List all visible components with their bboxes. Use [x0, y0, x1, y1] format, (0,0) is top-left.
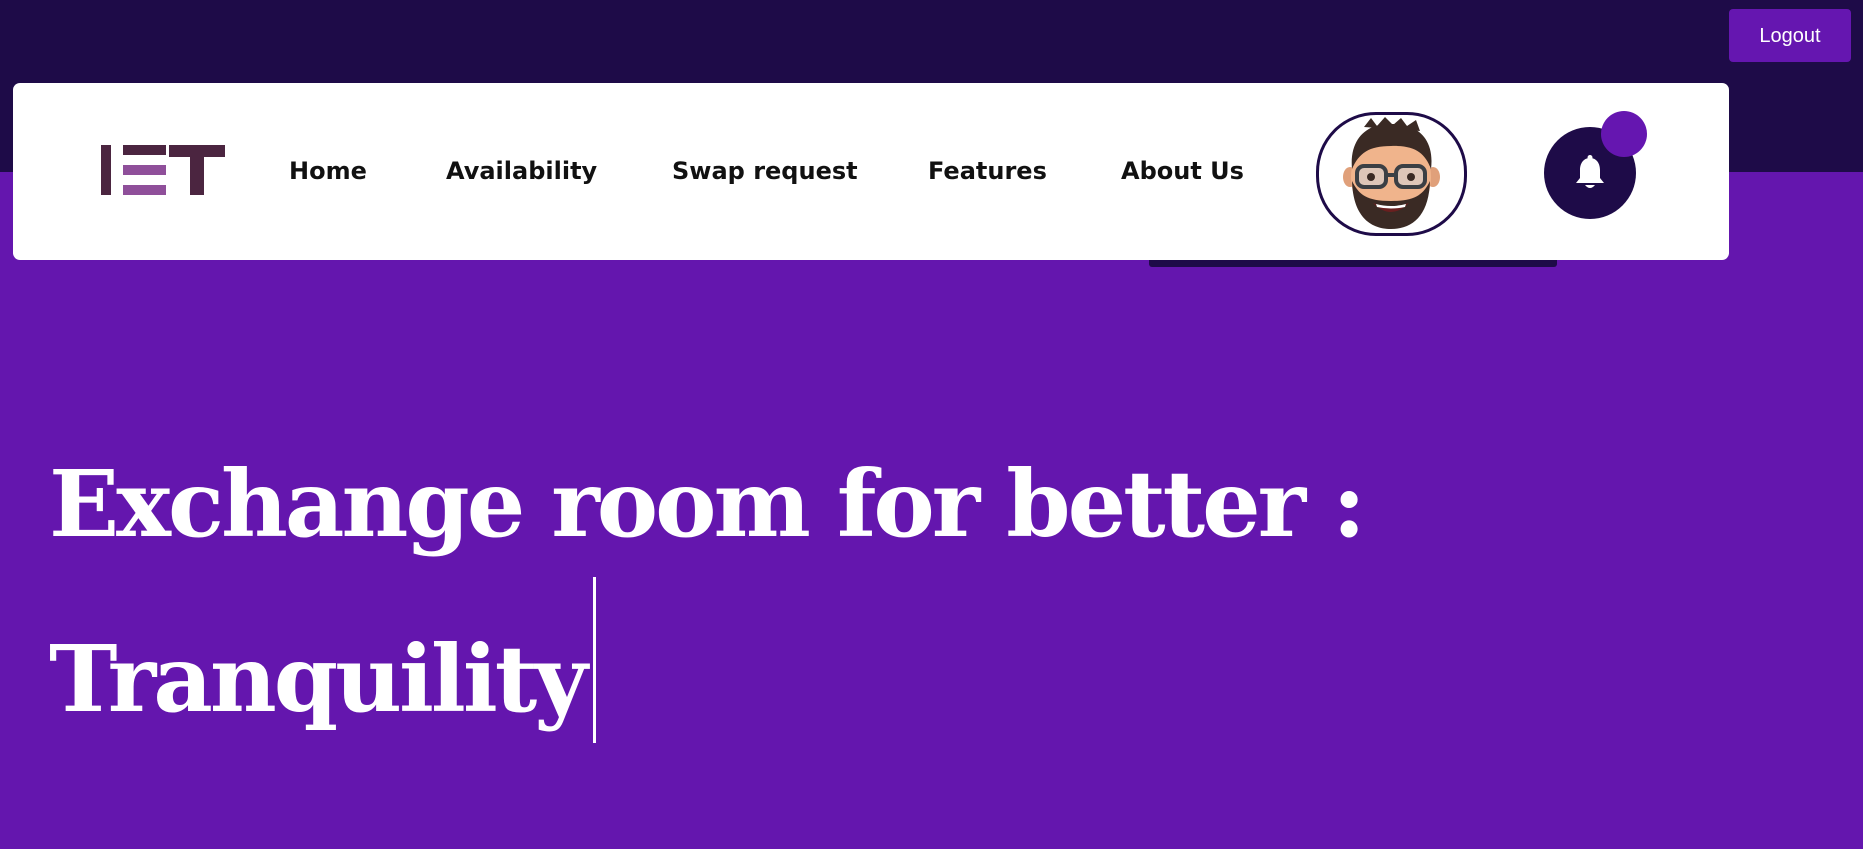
iet-logo-mark [101, 145, 225, 195]
hero-heading: Exchange room for better : Tranquility [49, 431, 1366, 752]
hero-line-2: Tranquility [49, 625, 588, 733]
hero-line-2-wrap: Tranquility [49, 577, 1363, 752]
nav-link-availability[interactable]: Availability [446, 153, 597, 189]
nav-link-home[interactable]: Home [289, 153, 367, 189]
nav-underline-bar [1149, 260, 1557, 267]
main-navbar: Home Availability Swap request Features … [13, 83, 1729, 260]
nav-link-about-us[interactable]: About Us [1121, 153, 1244, 189]
iet-logo[interactable] [101, 145, 225, 195]
nav-link-swap-request[interactable]: Swap request [672, 153, 858, 189]
bell-icon [1576, 155, 1604, 188]
logout-button[interactable]: Logout [1729, 9, 1851, 62]
user-avatar-button[interactable] [1316, 112, 1467, 236]
notification-badge [1601, 111, 1647, 157]
hero-line-1: Exchange room for better : [49, 450, 1366, 558]
typing-caret [592, 577, 596, 743]
nav-link-features[interactable]: Features [928, 153, 1047, 189]
app-page: Logout Home Availability Swap request Fe… [0, 0, 1863, 849]
memoji-avatar-icon [1343, 117, 1440, 229]
